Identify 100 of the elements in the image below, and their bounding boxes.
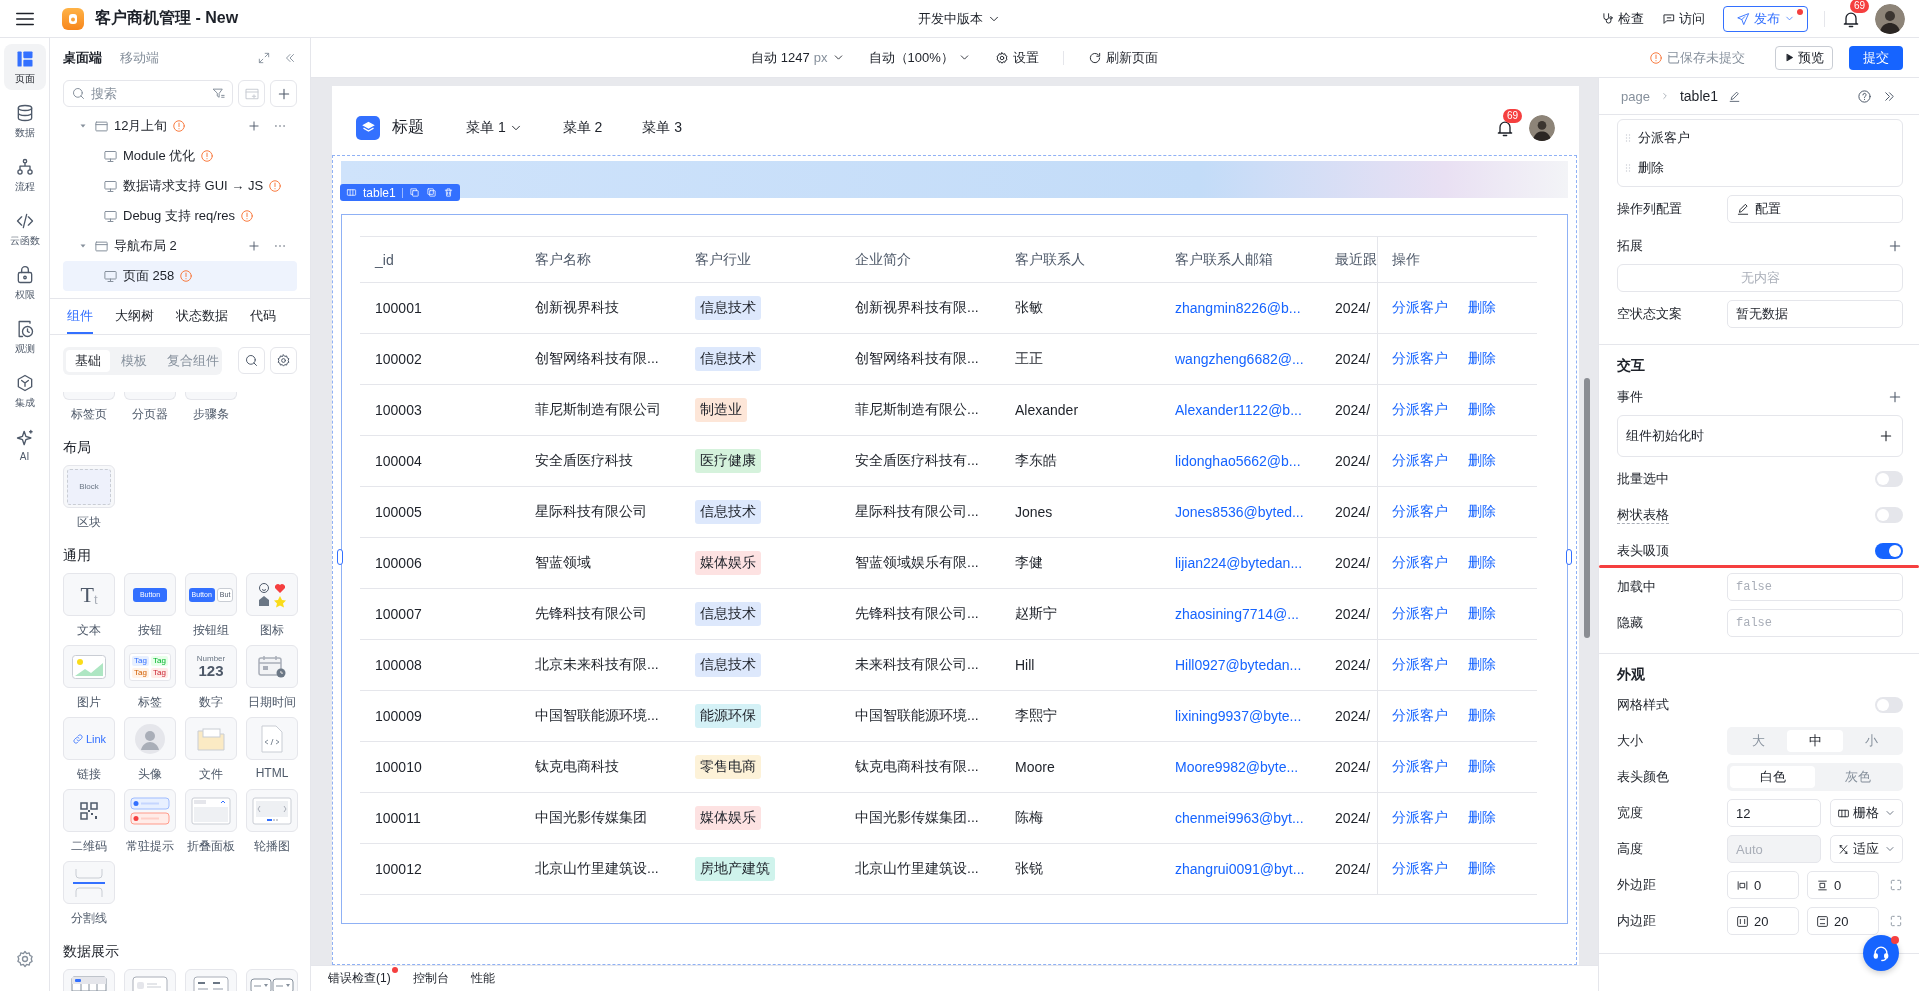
email-link[interactable]: Moore9982@byte...	[1175, 759, 1299, 775]
tree-item[interactable]: Debug 支持 req/res	[63, 201, 297, 231]
component-tile[interactable]: 常驻提示	[124, 789, 176, 855]
email-link[interactable]: zhangmin8226@b...	[1175, 300, 1301, 316]
panel-tab[interactable]: 性能	[470, 970, 495, 987]
action-link[interactable]: 分派客户	[1392, 605, 1448, 623]
component-tile[interactable]: 头像	[124, 717, 176, 783]
visit-button[interactable]: 访问	[1662, 9, 1705, 28]
panel-tab[interactable]: 大纲树	[115, 299, 154, 334]
action-link[interactable]: 删除	[1468, 605, 1496, 623]
action-link[interactable]: 删除	[1468, 452, 1496, 470]
action-link[interactable]: 分派客户	[1392, 758, 1448, 776]
rail-item[interactable]: 观测	[3, 314, 46, 360]
submit-button[interactable]: 提交	[1849, 45, 1903, 70]
email-link[interactable]: Hill0927@bytedan...	[1175, 657, 1302, 673]
menu-item[interactable]: 菜单 2	[562, 118, 603, 137]
component-tile[interactable]: HTML	[246, 717, 298, 783]
action-link[interactable]: 删除	[1468, 350, 1496, 368]
list-item[interactable]: 分派客户	[1618, 123, 1902, 153]
action-link[interactable]: 删除	[1468, 656, 1496, 674]
email-link[interactable]: zhaosining7714@...	[1175, 606, 1299, 622]
action-link[interactable]: 删除	[1468, 554, 1496, 572]
action-link[interactable]: 分派客户	[1392, 452, 1448, 470]
action-link[interactable]: 分派客户	[1392, 809, 1448, 827]
component-tile[interactable]: 分割线	[63, 861, 115, 927]
version-dropdown[interactable]: 开发中版本	[918, 9, 1001, 28]
preview-button[interactable]: 预览	[1775, 45, 1833, 70]
input-field[interactable]: 0	[1807, 871, 1879, 899]
component-tile[interactable]: 折叠面板	[185, 789, 237, 855]
action-link[interactable]: 分派客户	[1392, 707, 1448, 725]
menu-item[interactable]: 菜单 3	[642, 118, 683, 137]
panel-tab[interactable]: 组件	[67, 299, 93, 334]
action-link[interactable]: 删除	[1468, 401, 1496, 419]
tree-item[interactable]: 导航布局 2	[63, 231, 297, 261]
email-link[interactable]: Jones8536@byted...	[1175, 504, 1304, 520]
component-tile[interactable]: 轮播图	[246, 789, 298, 855]
component-tile[interactable]: Tag Tag Tag Tag 标签	[124, 645, 176, 711]
list-item[interactable]: 删除	[1618, 153, 1902, 183]
action-link[interactable]: 删除	[1468, 758, 1496, 776]
action-link[interactable]: 分派客户	[1392, 503, 1448, 521]
action-link[interactable]: 分派客户	[1392, 299, 1448, 317]
input-field[interactable]: false	[1727, 609, 1903, 637]
input-field[interactable]: 暂无数据	[1727, 300, 1903, 328]
component-tile[interactable]: T$_{t}$ 文本	[63, 573, 115, 639]
refresh-button[interactable]: 刷新页面	[1087, 48, 1158, 67]
zoom-dropdown[interactable]: 自动（100%）	[868, 48, 971, 67]
rail-item[interactable]: 集成	[3, 368, 46, 414]
component-tile[interactable]: Block 区块	[63, 465, 115, 531]
action-link[interactable]: 分派客户	[1392, 656, 1448, 674]
tree-item[interactable]: 数据请求支持 GUI → JS	[63, 171, 297, 201]
segment-option[interactable]: 中	[1786, 730, 1844, 752]
component-tile[interactable]: Number 123 数字	[185, 645, 237, 711]
action-link[interactable]: 删除	[1468, 503, 1496, 521]
rail-item[interactable]: 权限	[3, 260, 46, 306]
component-tile[interactable]: 图片	[63, 645, 115, 711]
width-dropdown[interactable]: 自动 1247 px	[751, 48, 845, 67]
publish-button[interactable]: 发布	[1723, 5, 1808, 32]
email-link[interactable]: chenmei9963@byt...	[1175, 810, 1304, 826]
action-link[interactable]: 分派客户	[1392, 860, 1448, 878]
action-link[interactable]: 删除	[1468, 707, 1496, 725]
component-tile[interactable]: 二维码	[63, 789, 115, 855]
component-tile[interactable]: Link 链接	[63, 717, 115, 783]
rail-item[interactable]: 数据	[3, 98, 46, 144]
email-link[interactable]: wangzheng6682@...	[1175, 351, 1304, 367]
panel-tab[interactable]: 代码	[250, 299, 276, 334]
input-field[interactable]: 20	[1807, 907, 1879, 935]
rail-item[interactable]: 流程	[3, 152, 46, 198]
email-link[interactable]: lixining9937@byte...	[1175, 708, 1302, 724]
rail-item[interactable]: 云函数	[3, 206, 46, 252]
segment-option[interactable]: 白色	[1730, 766, 1815, 788]
settings-button[interactable]: 设置	[994, 48, 1039, 67]
email-link[interactable]: Alexander1122@b...	[1175, 402, 1302, 418]
panel-tab[interactable]: 控制台	[412, 970, 449, 987]
event-item[interactable]: 组件初始化时	[1617, 415, 1903, 457]
input-field[interactable]: 12	[1727, 799, 1821, 827]
action-link[interactable]: 分派客户	[1392, 401, 1448, 419]
tree-item[interactable]: 12月上旬	[63, 111, 297, 141]
component-tile[interactable]: 图标	[246, 573, 298, 639]
action-link[interactable]: 删除	[1468, 860, 1496, 878]
tree-item[interactable]: Module 优化	[63, 141, 297, 171]
search-field[interactable]: 搜索	[63, 80, 233, 107]
panel-tab[interactable]: 状态数据	[176, 299, 228, 334]
input-field[interactable]: 0	[1727, 871, 1799, 899]
component-tile[interactable]: 日期时间	[246, 645, 298, 711]
tree-item[interactable]: 页面 258	[63, 261, 297, 291]
action-link[interactable]: 删除	[1468, 809, 1496, 827]
action-link[interactable]: 分派客户	[1392, 554, 1448, 572]
category-tab[interactable]: 基础	[66, 350, 110, 372]
action-link[interactable]: 分派客户	[1392, 350, 1448, 368]
panel-tab[interactable]: 错误检查(1)	[328, 970, 391, 987]
inspect-button[interactable]: 检查	[1601, 9, 1644, 28]
input-field[interactable]: 20	[1727, 907, 1799, 935]
rail-item[interactable]: 页面	[3, 44, 46, 90]
rail-item[interactable]: AI	[3, 422, 46, 468]
email-link[interactable]: lidonghao5662@b...	[1175, 453, 1301, 469]
unit-dropdown[interactable]: 栅格	[1830, 799, 1903, 827]
device-tab[interactable]: 桌面端	[63, 49, 102, 67]
action-link[interactable]: 删除	[1468, 299, 1496, 317]
email-link[interactable]: zhangrui0091@byt...	[1175, 861, 1305, 877]
email-link[interactable]: lijian224@bytedan...	[1175, 555, 1303, 571]
